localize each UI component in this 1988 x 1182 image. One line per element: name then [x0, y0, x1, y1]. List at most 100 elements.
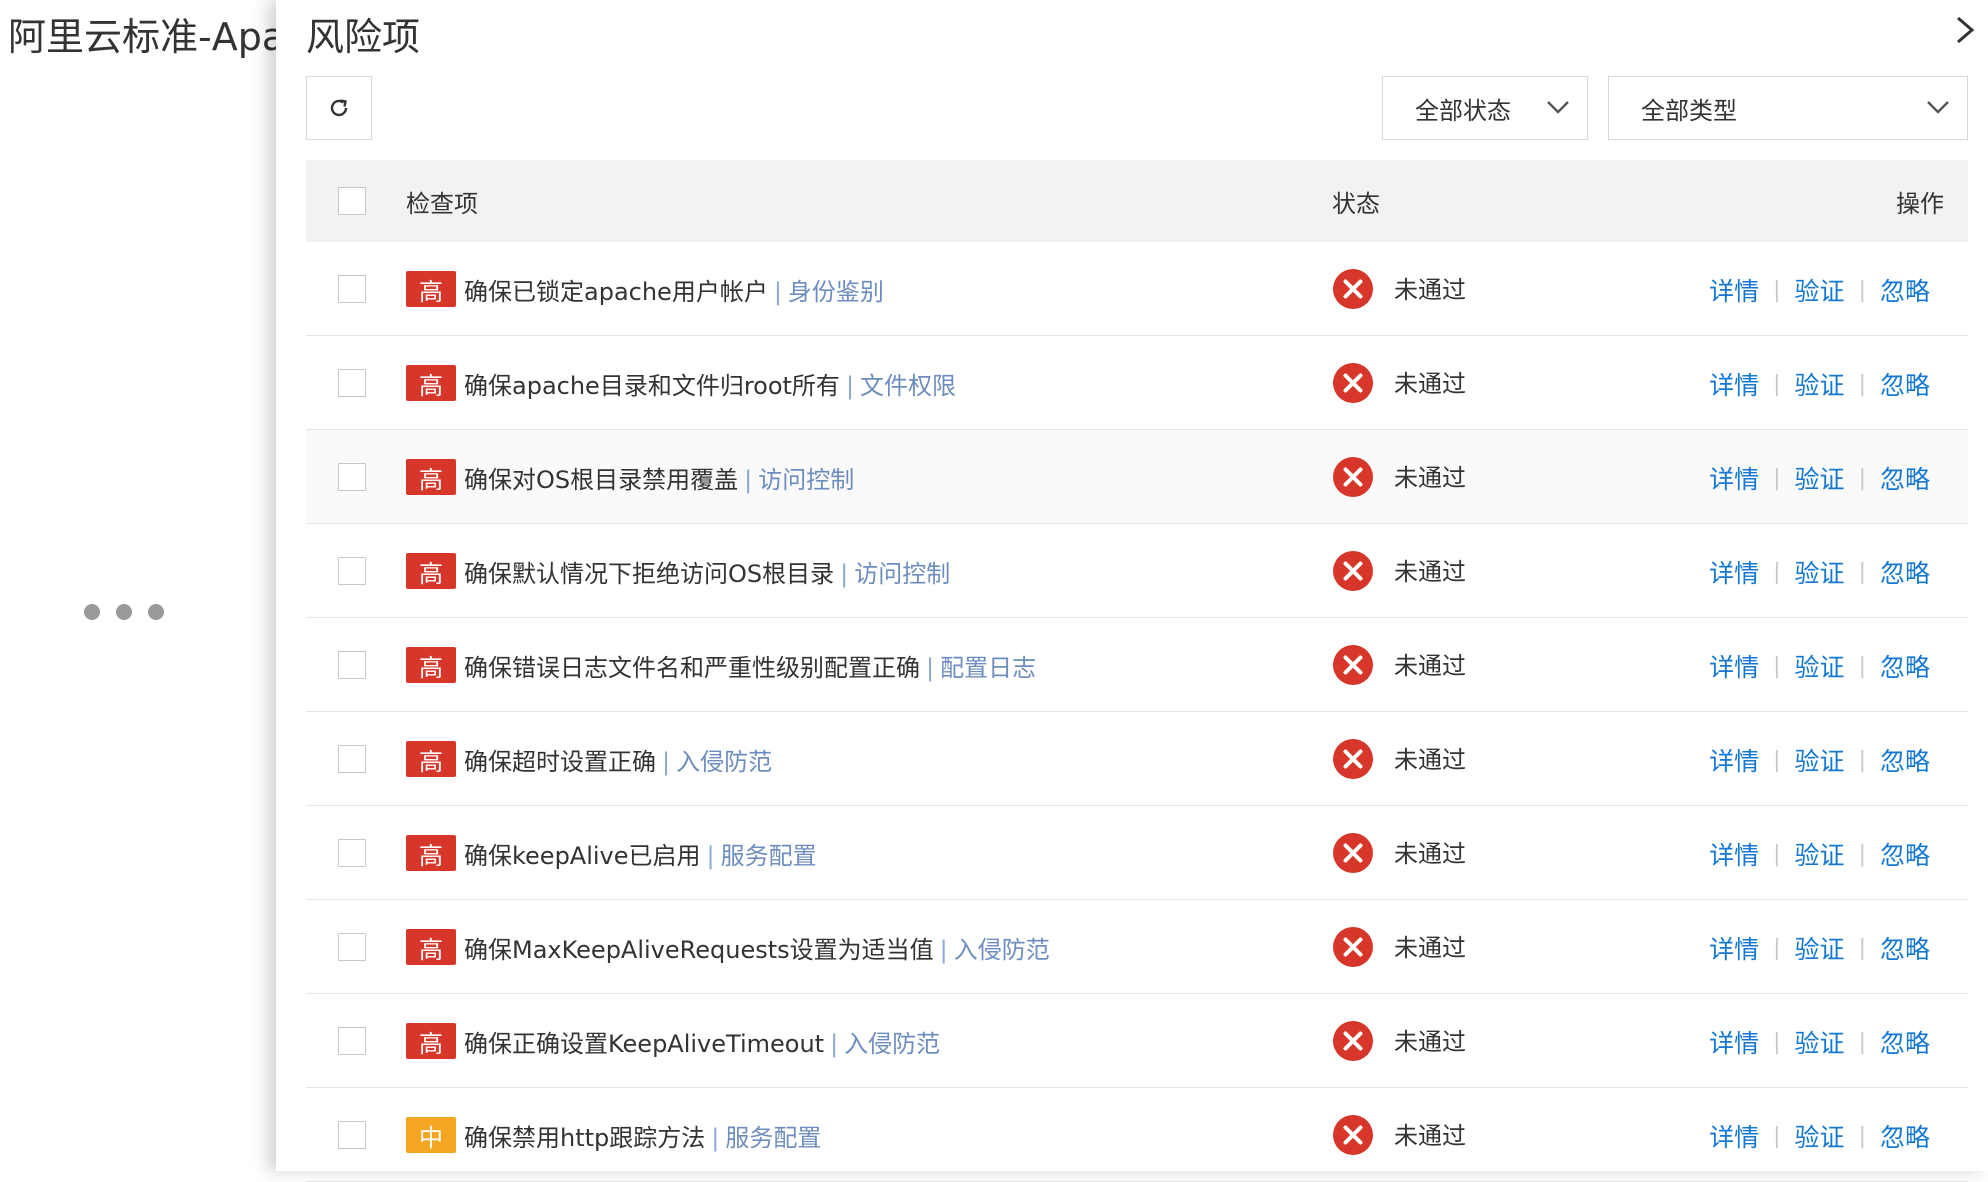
ignore-link[interactable]: 忽略 — [1880, 836, 1930, 872]
ignore-link[interactable]: 忽略 — [1880, 1118, 1930, 1154]
row-checkbox[interactable] — [338, 1027, 366, 1055]
detail-link[interactable]: 详情 — [1709, 836, 1759, 872]
row-checkbox[interactable] — [338, 1121, 366, 1149]
row-checkbox[interactable] — [338, 275, 366, 303]
ignore-link[interactable]: 忽略 — [1880, 1024, 1930, 1060]
category-separator: | — [744, 466, 753, 494]
severity-badge: 高 — [406, 365, 456, 401]
table-row: 高 确保超时设置正确 | 入侵防范 未通过 详情 | 验证 | 忽略 — [306, 712, 1968, 806]
fail-icon — [1333, 457, 1373, 497]
status-text: 未通过 — [1394, 934, 1466, 962]
action-separator: | — [1858, 371, 1866, 397]
check-item-text: 确保超时设置正确 — [464, 748, 656, 776]
detail-link[interactable]: 详情 — [1709, 930, 1759, 966]
check-item-label: 确保超时设置正确 | 入侵防范 — [464, 742, 772, 777]
chevron-down-icon — [1927, 101, 1949, 114]
detail-link[interactable]: 详情 — [1709, 460, 1759, 496]
check-item-text: 确保对OS根目录禁用覆盖 — [464, 466, 739, 494]
type-filter-select[interactable]: 全部类型 — [1608, 76, 1968, 140]
fail-icon — [1333, 739, 1373, 779]
row-checkbox[interactable] — [338, 369, 366, 397]
row-checkbox[interactable] — [338, 839, 366, 867]
detail-link[interactable]: 详情 — [1709, 366, 1759, 402]
status-filter-value: 全部状态 — [1415, 96, 1511, 125]
check-item-text: 确保默认情况下拒绝访问OS根目录 — [464, 560, 835, 588]
check-item-label: 确保apache目录和文件归root所有 | 文件权限 — [464, 366, 956, 401]
action-separator: | — [1858, 465, 1866, 491]
verify-link[interactable]: 验证 — [1795, 366, 1845, 402]
severity-badge: 高 — [406, 835, 456, 871]
category-label: 入侵防范 — [844, 1030, 941, 1058]
row-actions: 详情 | 验证 | 忽略 — [1709, 554, 1930, 590]
category-separator: | — [773, 278, 782, 306]
status-text: 未通过 — [1394, 370, 1466, 398]
action-separator: | — [1773, 1123, 1781, 1149]
verify-link[interactable]: 验证 — [1795, 648, 1845, 684]
status-text: 未通过 — [1394, 1122, 1466, 1150]
ignore-link[interactable]: 忽略 — [1880, 554, 1930, 590]
table-header: 检查项 状态 操作 — [306, 160, 1968, 242]
severity-badge: 高 — [406, 741, 456, 777]
status-text: 未通过 — [1394, 276, 1466, 304]
row-actions: 详情 | 验证 | 忽略 — [1709, 742, 1930, 778]
check-item-label: 确保错误日志文件名和严重性级别配置正确 | 配置日志 — [464, 648, 1036, 683]
row-actions: 详情 | 验证 | 忽略 — [1709, 460, 1930, 496]
verify-link[interactable]: 验证 — [1795, 554, 1845, 590]
row-checkbox[interactable] — [338, 651, 366, 679]
check-item-text: 确保keepAlive已启用 — [464, 842, 701, 870]
detail-link[interactable]: 详情 — [1709, 648, 1759, 684]
row-checkbox[interactable] — [338, 463, 366, 491]
ignore-link[interactable]: 忽略 — [1880, 930, 1930, 966]
category-label: 服务配置 — [720, 842, 817, 870]
table-row: 高 确保apache目录和文件归root所有 | 文件权限 未通过 详情 | 验证 … — [306, 336, 1968, 430]
status-text: 未通过 — [1394, 840, 1466, 868]
verify-link[interactable]: 验证 — [1795, 930, 1845, 966]
verify-link[interactable]: 验证 — [1795, 742, 1845, 778]
status-text: 未通过 — [1394, 746, 1466, 774]
check-item-text: 确保apache目录和文件归root所有 — [464, 372, 840, 400]
select-all-checkbox[interactable] — [338, 187, 366, 215]
check-item-label: 确保已锁定apache用户帐户 | 身份鉴别 — [464, 272, 884, 307]
fail-icon — [1333, 363, 1373, 403]
category-label: 配置日志 — [940, 654, 1037, 682]
detail-link[interactable]: 详情 — [1709, 1024, 1759, 1060]
table-row: 高 确保keepAlive已启用 | 服务配置 未通过 详情 | 验证 | 忽略 — [306, 806, 1968, 900]
table-row: 高 确保默认情况下拒绝访问OS根目录 | 访问控制 未通过 详情 | 验证 | 忽略 — [306, 524, 1968, 618]
ignore-link[interactable]: 忽略 — [1880, 648, 1930, 684]
verify-link[interactable]: 验证 — [1795, 272, 1845, 308]
ignore-link[interactable]: 忽略 — [1880, 742, 1930, 778]
category-label: 服务配置 — [725, 1124, 822, 1152]
severity-badge: 中 — [406, 1117, 456, 1153]
row-checkbox[interactable] — [338, 933, 366, 961]
status-filter-select[interactable]: 全部状态 — [1382, 76, 1588, 140]
fail-icon — [1333, 551, 1373, 591]
close-icon[interactable] — [1944, 10, 1984, 50]
verify-link[interactable]: 验证 — [1795, 1024, 1845, 1060]
ignore-link[interactable]: 忽略 — [1880, 460, 1930, 496]
background-page-title: 阿里云标准-Apac — [8, 15, 276, 59]
fail-icon — [1333, 1115, 1373, 1155]
verify-link[interactable]: 验证 — [1795, 460, 1845, 496]
check-item-text: 确保正确设置KeepAliveTimeout — [464, 1030, 825, 1058]
row-checkbox[interactable] — [338, 557, 366, 585]
header-item: 检查项 — [406, 189, 478, 218]
row-checkbox[interactable] — [338, 745, 366, 773]
fail-icon — [1333, 833, 1373, 873]
refresh-button[interactable] — [306, 76, 372, 140]
verify-link[interactable]: 验证 — [1795, 1118, 1845, 1154]
ignore-link[interactable]: 忽略 — [1880, 272, 1930, 308]
table-row: 高 确保正确设置KeepAliveTimeout | 入侵防范 未通过 详情 | 验… — [306, 994, 1968, 1088]
check-item-label: 确保对OS根目录禁用覆盖 | 访问控制 — [464, 460, 854, 495]
status-text: 未通过 — [1394, 1028, 1466, 1056]
category-label: 访问控制 — [854, 560, 951, 588]
detail-link[interactable]: 详情 — [1709, 742, 1759, 778]
severity-badge: 高 — [406, 647, 456, 683]
detail-link[interactable]: 详情 — [1709, 554, 1759, 590]
detail-link[interactable]: 详情 — [1709, 1118, 1759, 1154]
detail-link[interactable]: 详情 — [1709, 272, 1759, 308]
verify-link[interactable]: 验证 — [1795, 836, 1845, 872]
action-separator: | — [1858, 653, 1866, 679]
action-separator: | — [1773, 1029, 1781, 1055]
ignore-link[interactable]: 忽略 — [1880, 366, 1930, 402]
risk-items-table: 检查项 状态 操作 高 确保已锁定apache用户帐户 | 身份鉴别 未通过 详情 … — [306, 160, 1968, 1182]
